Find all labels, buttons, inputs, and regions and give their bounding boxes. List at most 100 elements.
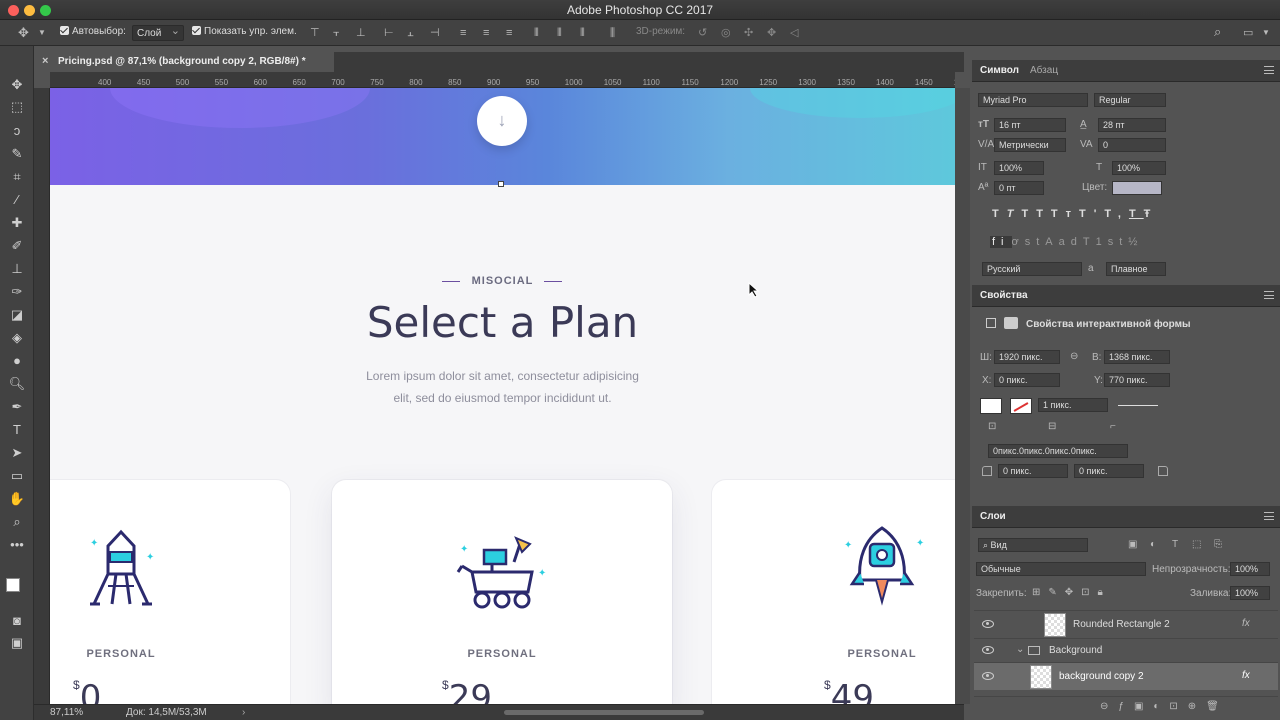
tab-character[interactable]: Символ: [980, 65, 1019, 76]
zoom-level[interactable]: 87,11%: [50, 707, 83, 718]
type-tool-icon[interactable]: T: [8, 421, 26, 439]
path-select-tool-icon[interactable]: ➤: [8, 444, 26, 462]
stroke-corners-icon[interactable]: ⌐: [1110, 421, 1116, 432]
scroll-down-button[interactable]: ↓: [477, 96, 527, 146]
stroke-align-icon[interactable]: ⊡: [988, 421, 996, 432]
horizontal-scale-field[interactable]: 100%: [1112, 161, 1166, 175]
autoselect-checkbox[interactable]: Автовыбор:: [60, 26, 126, 37]
pricing-card[interactable]: ✦ ✦ PERSONAL $0: [50, 480, 290, 704]
distribute-bottom-icon[interactable]: ≡: [506, 27, 512, 39]
align-left-icon[interactable]: ⊢: [384, 27, 394, 39]
visibility-eye-icon[interactable]: [982, 646, 994, 654]
zoom-tool-icon[interactable]: ⌕: [8, 513, 26, 531]
eraser-tool-icon[interactable]: ◪: [8, 306, 26, 324]
link-icon[interactable]: ⊖: [1070, 351, 1078, 362]
stamp-tool-icon[interactable]: ⊥: [8, 260, 26, 278]
font-style-select[interactable]: Regular: [1094, 93, 1166, 107]
fill-swatch[interactable]: [980, 398, 1002, 414]
canvas-vertical-scrollbar[interactable]: [955, 88, 970, 704]
filter-type-icon[interactable]: T: [1172, 539, 1178, 550]
panel-menu-icon[interactable]: [1264, 66, 1274, 74]
stroke-type-select[interactable]: [1118, 405, 1158, 406]
pen-tool-icon[interactable]: ✒: [8, 398, 26, 416]
width-field[interactable]: 1920 пикс.: [994, 350, 1060, 364]
blend-mode-select[interactable]: Обычные: [976, 562, 1146, 576]
align-bottom-icon[interactable]: ⊥: [356, 27, 366, 39]
filter-smart-icon[interactable]: ⎘: [1214, 539, 1222, 550]
show-controls-checkbox[interactable]: Показать упр. элем.: [192, 26, 297, 37]
autoselect-select[interactable]: Слой: [132, 24, 184, 41]
mask-properties-icon[interactable]: [1004, 317, 1018, 329]
opentype-buttons[interactable]: fi ơstAadT1st½: [990, 236, 1180, 250]
distribute-hcenter-icon[interactable]: ⦀: [557, 27, 562, 39]
gradient-tool-icon[interactable]: ◈: [8, 329, 26, 347]
tool-preset-chevron-icon[interactable]: ▼: [38, 27, 46, 39]
lock-icons[interactable]: ⊞✎✥⊡🔒︎: [1032, 587, 1111, 598]
history-brush-icon[interactable]: ✑: [8, 283, 26, 301]
layer-row[interactable]: Rounded Rectangle 2 fx: [974, 610, 1278, 638]
hand-tool-icon[interactable]: ✋: [8, 490, 26, 508]
y-field[interactable]: 770 пикс.: [1104, 373, 1170, 387]
layer-filter-select[interactable]: ⌕ Вид: [978, 538, 1088, 552]
ruler-horizontal[interactable]: 400 450 500 550 600 650 700 750 800 850 900 950 1000…: [50, 72, 955, 88]
blur-tool-icon[interactable]: ●: [8, 352, 26, 370]
distribute-left-icon[interactable]: ⦀: [534, 27, 539, 39]
3d-roll-icon[interactable]: ◎: [721, 27, 731, 39]
crop-tool-icon[interactable]: ⌗: [8, 168, 26, 186]
stroke-caps-icon[interactable]: ⊟: [1048, 421, 1056, 432]
visibility-eye-icon[interactable]: [982, 620, 994, 628]
tab-paragraph[interactable]: Абзац: [1030, 65, 1058, 76]
panel-menu-icon[interactable]: [1264, 512, 1274, 520]
marquee-tool-icon[interactable]: ⬚: [8, 98, 26, 116]
kerning-field[interactable]: Метрически: [994, 138, 1066, 152]
workspace-icon[interactable]: ▭: [1243, 27, 1253, 39]
corner-radii-field[interactable]: 0пикс.0пикс.0пикс.0пикс.: [988, 444, 1128, 458]
filter-pixel-icon[interactable]: ▣: [1128, 539, 1137, 550]
visibility-eye-icon[interactable]: [982, 672, 994, 680]
layer-group-row[interactable]: ⌄ Background: [974, 638, 1278, 662]
group-expand-chevron-icon[interactable]: ⌄: [1016, 644, 1024, 655]
document-tab[interactable]: × Pricing.psd @ 87,1% (background copy 2…: [34, 52, 334, 72]
3d-slide-icon[interactable]: ✥: [767, 27, 776, 39]
filter-shape-icon[interactable]: ⬚: [1192, 539, 1201, 550]
dodge-tool-icon[interactable]: 🔍︎: [8, 375, 26, 393]
foreground-color-swatch[interactable]: [6, 578, 20, 592]
x-field[interactable]: 0 пикс.: [994, 373, 1060, 387]
fx-icon[interactable]: fx: [1242, 670, 1250, 681]
rectangle-tool-icon[interactable]: ▭: [8, 467, 26, 485]
align-vcenter-icon[interactable]: ⫟: [333, 27, 340, 39]
font-size-field[interactable]: 16 пт: [994, 118, 1066, 132]
pricing-card-featured[interactable]: ✦ ✦ PERSONAL $29: [332, 480, 672, 704]
corner-tl-field[interactable]: 0 пикс.: [998, 464, 1068, 478]
layer-row-selected[interactable]: background copy 2 fx: [974, 662, 1278, 690]
opacity-field[interactable]: 100%: [1230, 562, 1270, 576]
fx-icon[interactable]: fx: [1242, 618, 1250, 629]
language-select[interactable]: Русский: [982, 262, 1082, 276]
move-tool-icon[interactable]: ✥: [18, 26, 29, 39]
tracking-field[interactable]: 0: [1098, 138, 1166, 152]
distribute-right-icon[interactable]: ⦀: [580, 27, 585, 39]
3d-pan-icon[interactable]: ✣: [744, 27, 753, 39]
move-tool-icon[interactable]: ✥: [8, 76, 26, 94]
baseline-shift-field[interactable]: 0 пт: [994, 181, 1044, 195]
type-style-buttons[interactable]: TTTTTтT'T,TŦ: [992, 208, 1172, 222]
panel-menu-icon[interactable]: [1264, 291, 1274, 299]
horizontal-scrollbar[interactable]: [504, 710, 704, 715]
screen-mode-icon[interactable]: ▣: [8, 634, 26, 652]
layer-action-icons[interactable]: ⊖ƒ▣◐⊡⊕🗑︎: [1100, 701, 1229, 712]
quick-mask-icon[interactable]: ◙: [8, 612, 26, 630]
font-family-select[interactable]: Myriad Pro: [978, 93, 1088, 107]
fill-field[interactable]: 100%: [1230, 586, 1270, 600]
quick-select-tool-icon[interactable]: ✎: [8, 145, 26, 163]
align-hcenter-icon[interactable]: ⫠: [407, 27, 414, 39]
brush-tool-icon[interactable]: ✐: [8, 237, 26, 255]
ruler-vertical[interactable]: [34, 88, 50, 704]
close-tab-icon[interactable]: ×: [42, 55, 48, 67]
transform-handle[interactable]: [498, 181, 504, 187]
align-top-icon[interactable]: ⊤: [310, 27, 320, 39]
eyedropper-tool-icon[interactable]: ⁄: [8, 191, 26, 209]
vertical-scale-field[interactable]: 100%: [994, 161, 1044, 175]
corner-tr-field[interactable]: 0 пикс.: [1074, 464, 1144, 478]
stroke-swatch[interactable]: [1010, 398, 1032, 414]
distribute-top-icon[interactable]: ≡: [460, 27, 466, 39]
